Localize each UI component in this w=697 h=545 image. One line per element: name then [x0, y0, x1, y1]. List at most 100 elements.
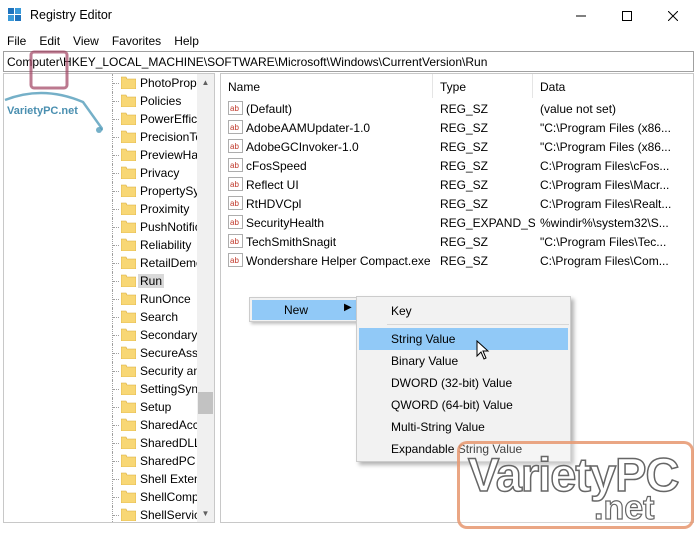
submenu-item[interactable]: String Value	[359, 328, 568, 350]
watermark-logo: VarietyPC .net	[457, 441, 694, 529]
value-row[interactable]: ab SecurityHealth REG_EXPAND_SZ %windir%\sy…	[221, 213, 693, 232]
value-row[interactable]: ab cFosSpeed REG_SZ C:\Program Files\cFos..…	[221, 156, 693, 175]
value-type: REG_SZ	[440, 159, 489, 173]
svg-text:ab: ab	[230, 237, 239, 246]
string-value-icon: ab	[228, 120, 243, 134]
tree-item[interactable]: Security an	[4, 362, 199, 380]
menu-view[interactable]: View	[66, 31, 105, 51]
value-row[interactable]: ab RtHDVCpl REG_SZ C:\Program Files\Realt..…	[221, 194, 693, 213]
submenu-item[interactable]: DWORD (32-bit) Value	[359, 372, 568, 394]
tree-item[interactable]: Proximity	[4, 200, 199, 218]
value-type: REG_SZ	[440, 178, 489, 192]
folder-icon	[121, 400, 136, 413]
column-name-header[interactable]: Name	[221, 74, 433, 98]
scroll-thumb[interactable]	[198, 392, 213, 414]
menu-help[interactable]: Help	[167, 31, 205, 51]
menu-file[interactable]: File	[0, 31, 32, 51]
string-value-icon: ab	[228, 215, 243, 229]
submenu-item[interactable]: QWORD (64-bit) Value	[359, 394, 568, 416]
value-row[interactable]: ab AdobeAAMUpdater-1.0 REG_SZ "C:\Program F…	[221, 118, 693, 137]
tree-item[interactable]: PropertySys	[4, 182, 199, 200]
tree-item[interactable]: SecureAsse	[4, 344, 199, 362]
svg-text:ab: ab	[230, 199, 239, 208]
folder-icon	[121, 148, 136, 161]
tree-item[interactable]: SharedPC	[4, 452, 199, 470]
value-row[interactable]: ab TechSmithSnagit REG_SZ "C:\Program Files…	[221, 232, 693, 251]
tree-item[interactable]: Reliability	[4, 236, 199, 254]
menu-favorites[interactable]: Favorites	[105, 31, 167, 51]
value-data: "C:\Program Files (x86...	[540, 121, 671, 135]
value-row[interactable]: ab Wondershare Helper Compact.exe REG_SZ C:…	[221, 251, 693, 270]
tree-line	[113, 335, 119, 336]
tree-item[interactable]: ShellComp	[4, 488, 199, 506]
submenu-item-label: Binary Value	[391, 354, 459, 368]
column-type-header[interactable]: Type	[433, 74, 533, 98]
tree-line	[113, 227, 119, 228]
value-name: AdobeAAMUpdater-1.0	[246, 121, 371, 135]
minimize-button[interactable]	[558, 0, 604, 31]
tree-item[interactable]: Run	[4, 272, 199, 290]
submenu-item[interactable]: Key	[359, 300, 568, 322]
string-value-icon: ab	[228, 139, 243, 153]
key-tree[interactable]: PhotoPrope Policies PowerEffici PrecisionTo…	[3, 73, 215, 523]
tree-item[interactable]: SecondaryA	[4, 326, 199, 344]
folder-icon	[121, 382, 136, 395]
tree-item[interactable]: Shell Extens	[4, 470, 199, 488]
column-data-header[interactable]: Data	[533, 74, 693, 98]
string-value-icon: ab	[228, 253, 243, 267]
tree-item[interactable]: SharedAcce	[4, 416, 199, 434]
tree-line	[113, 515, 119, 516]
tree-item[interactable]: SettingSync	[4, 380, 199, 398]
submenu-separator	[387, 324, 569, 325]
value-data: %windir%\system32\S...	[540, 216, 669, 230]
tree-line	[113, 443, 119, 444]
address-bar[interactable]: Computer\HKEY_LOCAL_MACHINE\SOFTWARE\Mic…	[3, 51, 694, 72]
folder-icon	[121, 76, 136, 89]
value-row[interactable]: ab Reflect UI REG_SZ C:\Program Files\Macr.…	[221, 175, 693, 194]
watermark-suffix-text: .net	[593, 488, 655, 527]
value-type: REG_SZ	[440, 197, 489, 211]
tree-scrollbar[interactable]: ▲ ▼	[197, 74, 214, 522]
tree-item-label: SecureAsse	[140, 346, 199, 360]
value-type: REG_SZ	[440, 254, 489, 268]
scroll-down-icon[interactable]: ▼	[197, 505, 214, 522]
maximize-button[interactable]	[604, 0, 650, 31]
tree-item[interactable]: PushNotific	[4, 218, 199, 236]
tree-item-label: RunOnce	[140, 292, 191, 306]
tree-item[interactable]: Setup	[4, 398, 199, 416]
tree-item[interactable]: PreviewHar	[4, 146, 199, 164]
tree-item-label: Shell Extens	[140, 472, 199, 486]
value-row[interactable]: ab (Default) REG_SZ (value not set)	[221, 99, 693, 118]
close-button[interactable]	[650, 0, 696, 31]
submenu-item[interactable]: Binary Value	[359, 350, 568, 372]
tree-item[interactable]: RetailDemc	[4, 254, 199, 272]
tree-item-label: PreviewHar	[140, 148, 199, 162]
minimize-icon	[576, 15, 586, 16]
svg-text:ab: ab	[230, 180, 239, 189]
tree-item[interactable]: ShellService	[4, 506, 199, 522]
submenu-item-label: QWORD (64-bit) Value	[391, 398, 513, 412]
value-data: C:\Program Files\Com...	[540, 254, 669, 268]
tree-line	[113, 173, 119, 174]
submenu-item-label: DWORD (32-bit) Value	[391, 376, 513, 390]
value-row[interactable]: ab AdobeGCInvoker-1.0 REG_SZ "C:\Program Fi…	[221, 137, 693, 156]
string-value-icon: ab	[228, 177, 243, 191]
tree-item-label: SettingSync	[140, 382, 199, 396]
menu-edit[interactable]: Edit	[32, 31, 66, 51]
tree-item-label: SharedAcce	[140, 418, 199, 432]
submenu-item[interactable]: Multi-String Value	[359, 416, 568, 438]
tree-item-label: Search	[140, 310, 179, 324]
tree-item-label: PropertySys	[140, 184, 199, 198]
tree-item-label: PowerEffici	[140, 112, 199, 126]
tree-item-label: ShellComp	[140, 490, 199, 504]
tree-item[interactable]: RunOnce	[4, 290, 199, 308]
tree-item[interactable]: SharedDLLs	[4, 434, 199, 452]
title-bar: Registry Editor	[0, 0, 697, 31]
scroll-up-icon[interactable]: ▲	[197, 74, 214, 91]
value-name: RtHDVCpl	[246, 197, 302, 211]
context-menu-new-label: New	[284, 303, 309, 317]
folder-icon	[121, 472, 136, 485]
tree-item[interactable]: Privacy	[4, 164, 199, 182]
tree-item[interactable]: Search	[4, 308, 199, 326]
tree-line	[113, 353, 119, 354]
